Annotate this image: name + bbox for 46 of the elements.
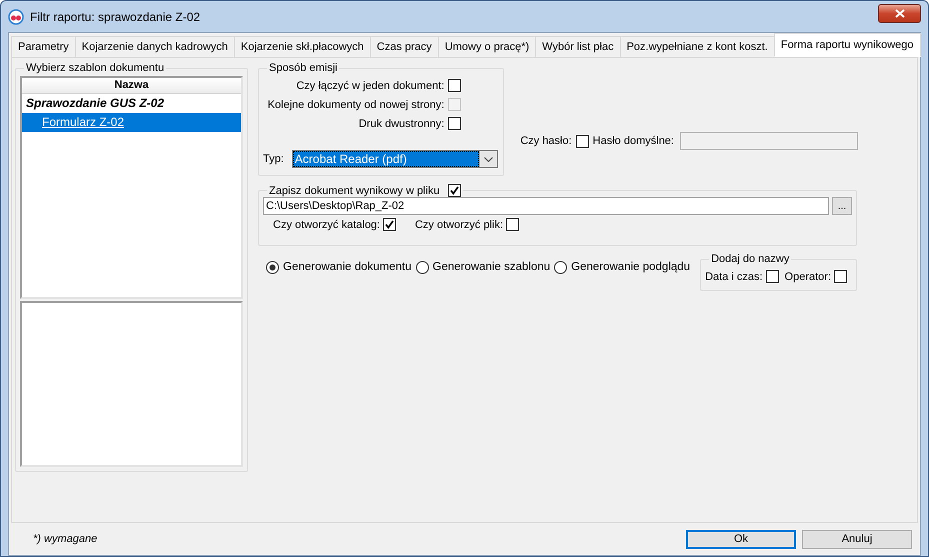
checkbox[interactable] bbox=[766, 270, 779, 283]
dialog-button[interactable]: Anuluj bbox=[802, 530, 912, 548]
checkbox-label: Czy łączyć w jeden dokument: bbox=[296, 80, 444, 92]
template-list[interactable]: Nazwa Sprawozdanie GUS Z-02 Formularz Z-02 bbox=[20, 76, 243, 299]
tab[interactable]: Parametry bbox=[11, 36, 76, 57]
checkbox[interactable] bbox=[834, 270, 848, 283]
browse-button[interactable]: ... bbox=[832, 197, 852, 215]
radio-label: Generowanie szablonu bbox=[432, 261, 550, 273]
dialog-button[interactable]: Ok bbox=[686, 530, 796, 548]
tab[interactable]: Forma raportu wynikowego bbox=[774, 33, 921, 57]
group-title: Wybierz szablon dokumentu bbox=[25, 62, 166, 74]
checkbox-label: Operator: bbox=[784, 270, 832, 282]
window-title: Filtr raportu: sprawozdanie Z-02 bbox=[30, 10, 202, 24]
radio-button[interactable] bbox=[554, 260, 568, 274]
tree-item[interactable]: Formularz Z-02 bbox=[22, 113, 241, 132]
footnote: *) wymagane bbox=[33, 533, 98, 545]
path-field[interactable]: C:\Users\Desktop\Rap_Z-02 bbox=[263, 197, 829, 215]
app-icon bbox=[8, 8, 24, 24]
checkbox-label: Czy otworzyć katalog: bbox=[273, 218, 380, 230]
radio-label: Generowanie dokumentu bbox=[283, 261, 412, 273]
checkbox[interactable] bbox=[382, 218, 396, 231]
checkbox-label: Data i czas: bbox=[705, 270, 763, 282]
checkbox[interactable] bbox=[576, 134, 589, 148]
checkbox-label: Czy hasło: bbox=[520, 135, 572, 147]
radio-label: Generowanie podglądu bbox=[571, 261, 690, 273]
radio-button[interactable] bbox=[416, 260, 428, 274]
field-label: Typ: bbox=[263, 153, 284, 165]
checkbox[interactable] bbox=[506, 218, 520, 231]
group-title: Sposób emisji bbox=[268, 62, 338, 74]
field-label: Hasło domyślne: bbox=[592, 135, 674, 147]
column-header[interactable]: Nazwa bbox=[22, 78, 241, 94]
chevron-down-icon bbox=[484, 156, 493, 162]
type-dropdown[interactable]: Acrobat Reader (pdf) bbox=[292, 150, 498, 168]
radio-button[interactable] bbox=[266, 260, 279, 274]
password-field[interactable] bbox=[680, 132, 858, 150]
checkbox[interactable] bbox=[448, 79, 462, 92]
checkbox[interactable] bbox=[448, 117, 462, 130]
tree-item[interactable]: Sprawozdanie GUS Z-02 bbox=[22, 94, 241, 113]
checkbox-label: Druk dwustronny: bbox=[358, 118, 444, 130]
group-title: Dodaj do nazwy bbox=[710, 253, 790, 265]
checkbox-label: Kolejne dokumenty od nowej strony: bbox=[268, 98, 444, 110]
checkbox-label: Czy otworzyć plik: bbox=[414, 218, 504, 230]
checkbox[interactable] bbox=[448, 184, 461, 197]
close-icon bbox=[894, 9, 904, 18]
group-title: Zapisz dokument wynikowy w pliku bbox=[269, 184, 440, 196]
close-button[interactable] bbox=[878, 4, 921, 23]
